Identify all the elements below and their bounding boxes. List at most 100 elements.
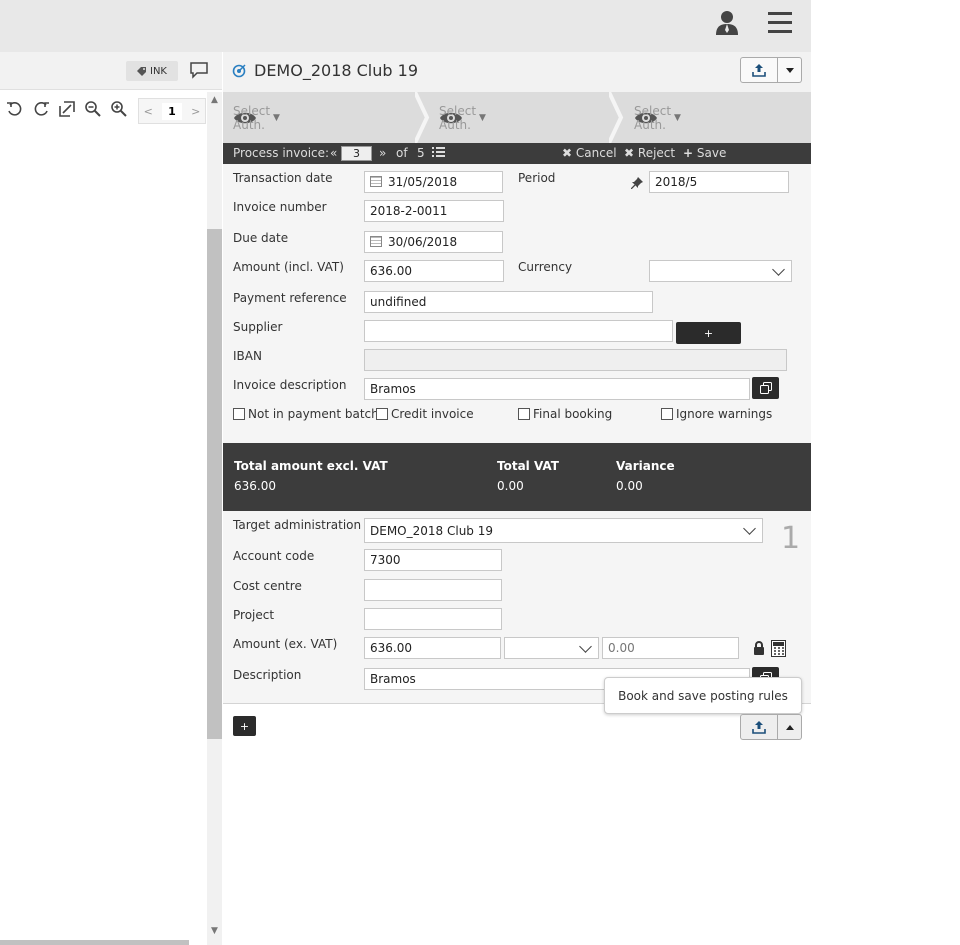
copy-description-button[interactable] bbox=[752, 377, 779, 399]
transaction-date-value: 31/05/2018 bbox=[388, 175, 458, 189]
transaction-date-field[interactable]: 31/05/2018 bbox=[364, 171, 503, 193]
chevron-down-icon bbox=[743, 522, 756, 535]
rotate-left-icon[interactable] bbox=[6, 100, 24, 118]
close-icon: ✖ bbox=[562, 146, 573, 160]
checkbox-label: Final booking bbox=[533, 407, 613, 421]
copy-icon bbox=[759, 382, 772, 394]
step-separator bbox=[609, 92, 624, 143]
vat-code-select[interactable] bbox=[504, 637, 599, 659]
totals-panel: Total amount excl. VAT 636.00 Total VAT … bbox=[223, 443, 811, 511]
credit-invoice-checkbox[interactable]: Credit invoice bbox=[376, 407, 474, 421]
invoice-description-field[interactable]: Bramos bbox=[364, 378, 750, 400]
upload-icon bbox=[752, 64, 766, 77]
page-title: DEMO_2018 Club 19 bbox=[254, 61, 418, 80]
step-separator bbox=[415, 92, 430, 143]
page-next-button[interactable]: > bbox=[191, 105, 200, 118]
cost-centre-field[interactable] bbox=[364, 579, 502, 601]
auth-step-3[interactable]: Select Auth. ▼ bbox=[634, 92, 681, 143]
of-label: of bbox=[396, 146, 408, 160]
fit-page-icon[interactable] bbox=[58, 100, 76, 118]
upload-icon bbox=[752, 721, 766, 734]
auth-step-1[interactable]: Select Auth. ▼ bbox=[233, 92, 280, 143]
vertical-scroll-thumb[interactable] bbox=[207, 229, 222, 739]
total-vat-label: Total VAT bbox=[497, 459, 559, 473]
account-code-field[interactable]: 7300 bbox=[364, 549, 502, 571]
cancel-label: Cancel bbox=[575, 146, 617, 160]
period-field[interactable]: 2018/5 bbox=[649, 171, 789, 193]
target-administration-value: DEMO_2018 Club 19 bbox=[370, 524, 493, 538]
invoice-number-label: Invoice number bbox=[233, 200, 327, 214]
hamburger-menu-icon[interactable] bbox=[768, 12, 792, 34]
auth-step-2[interactable]: Select Auth. ▼ bbox=[439, 92, 486, 143]
iban-field[interactable] bbox=[364, 349, 787, 371]
add-line-button[interactable]: + bbox=[233, 716, 256, 736]
reject-button[interactable]: ✖ Reject bbox=[624, 146, 675, 160]
book-save-dropdown-button[interactable] bbox=[778, 714, 802, 740]
cancel-button[interactable]: ✖ Cancel bbox=[562, 146, 617, 160]
zoom-in-icon[interactable] bbox=[110, 100, 128, 118]
document-viewer bbox=[0, 52, 207, 945]
checkbox-box[interactable] bbox=[661, 408, 673, 420]
total-excl-vat-value: 636.00 bbox=[234, 479, 276, 493]
due-date-value: 30/06/2018 bbox=[388, 235, 458, 249]
page-prev-button[interactable]: < bbox=[144, 105, 153, 118]
due-date-field[interactable]: 30/06/2018 bbox=[364, 231, 503, 253]
next-invoice-button[interactable]: » bbox=[379, 146, 386, 160]
total-vat-value: 0.00 bbox=[497, 479, 524, 493]
not-in-payment-batch-checkbox[interactable]: Not in payment batch bbox=[233, 407, 379, 421]
transaction-date-label: Transaction date bbox=[233, 171, 333, 185]
invoice-number-field[interactable]: 2018-2-0011 bbox=[364, 200, 504, 222]
calculator-icon[interactable] bbox=[771, 640, 786, 657]
checkbox-label: Not in payment batch bbox=[248, 407, 379, 421]
page-number[interactable]: 1 bbox=[162, 102, 182, 120]
ink-button[interactable]: INK bbox=[126, 61, 178, 81]
vat-amount-field[interactable] bbox=[602, 637, 739, 659]
iban-label: IBAN bbox=[233, 349, 262, 363]
add-supplier-button[interactable]: + bbox=[676, 322, 741, 344]
auth-step-1-label: Select Auth. bbox=[233, 103, 271, 132]
scroll-up-icon[interactable]: ▲ bbox=[207, 95, 222, 109]
caret-up-icon bbox=[785, 724, 794, 730]
scroll-down-icon[interactable]: ▼ bbox=[207, 926, 222, 940]
rotate-right-icon[interactable] bbox=[32, 100, 50, 118]
chevron-down-icon bbox=[772, 263, 785, 276]
amount-field[interactable]: 636.00 bbox=[364, 260, 504, 282]
line-amount-field[interactable]: 636.00 bbox=[364, 637, 501, 659]
period-label: Period bbox=[518, 171, 556, 185]
lock-icon[interactable] bbox=[753, 641, 765, 656]
process-bar: Process invoice: « » of 5 ✖ Cancel ✖ Rej… bbox=[223, 143, 811, 164]
comment-icon[interactable] bbox=[189, 61, 209, 79]
supplier-field[interactable] bbox=[364, 320, 673, 342]
due-date-label: Due date bbox=[233, 231, 289, 245]
calendar-icon bbox=[370, 236, 382, 247]
upload-button[interactable] bbox=[740, 57, 778, 83]
upload-dropdown-button[interactable] bbox=[778, 57, 802, 83]
book-save-button[interactable] bbox=[740, 714, 778, 740]
list-icon[interactable] bbox=[432, 147, 445, 159]
calendar-icon bbox=[370, 176, 382, 187]
page-navigator: < 1 > bbox=[138, 98, 206, 124]
horizontal-scroll-thumb[interactable] bbox=[0, 940, 189, 945]
currency-select[interactable] bbox=[649, 260, 792, 282]
payment-reference-field[interactable]: undifined bbox=[364, 291, 653, 313]
zoom-out-icon[interactable] bbox=[84, 100, 102, 118]
ignore-warnings-checkbox[interactable]: Ignore warnings bbox=[661, 407, 772, 421]
prev-invoice-button[interactable]: « bbox=[330, 146, 337, 160]
checkbox-box[interactable] bbox=[376, 408, 388, 420]
target-administration-select[interactable]: DEMO_2018 Club 19 bbox=[364, 518, 763, 543]
total-invoices: 5 bbox=[417, 146, 425, 160]
save-button[interactable]: + Save bbox=[683, 146, 726, 160]
line-description-label: Description bbox=[233, 668, 302, 682]
project-field[interactable] bbox=[364, 608, 502, 630]
top-bar bbox=[0, 0, 811, 52]
pin-icon[interactable] bbox=[631, 177, 643, 189]
checkbox-box[interactable] bbox=[233, 408, 245, 420]
total-excl-vat-label: Total amount excl. VAT bbox=[234, 459, 388, 473]
checkbox-box[interactable] bbox=[518, 408, 530, 420]
user-icon[interactable] bbox=[715, 9, 739, 35]
line-amount-label: Amount (ex. VAT) bbox=[233, 637, 338, 651]
supplier-label: Supplier bbox=[233, 320, 283, 334]
current-invoice-input[interactable]: 3 bbox=[341, 146, 372, 161]
variance-value: 0.00 bbox=[616, 479, 643, 493]
final-booking-checkbox[interactable]: Final booking bbox=[518, 407, 612, 421]
